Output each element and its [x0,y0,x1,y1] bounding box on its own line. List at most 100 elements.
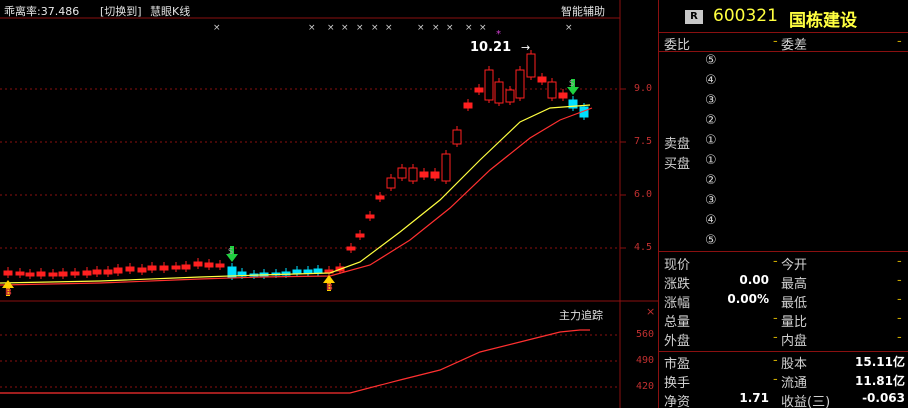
price-tick: 7.5 [634,136,653,147]
kline-chart-svg[interactable]: × × × × × × × × × × × × × * B B S S → [0,0,658,408]
quote-row-mid-value: -0.063 [862,391,905,405]
high-price-label: 10.21 [470,40,512,55]
candle-body [515,69,525,99]
candle-body [313,268,323,274]
sell-level-index: ④ [705,73,717,88]
candle-body [36,271,46,277]
candle-body [452,129,462,145]
quote-row-mid-value: 15.11亿 [855,355,905,369]
quote-row-label: 涨跌 [664,277,691,292]
price-tick: 6.0 [634,189,653,200]
sell-marker-label: S [569,79,574,88]
quote-row-mid-value: - [897,254,902,269]
deviation-rate-label: 乖离率:37.486 [4,5,80,18]
signal-marker: × [465,23,473,33]
candle-body [58,271,68,277]
quote-row: 涨幅 0.00% 最低 - [659,291,908,311]
candle-body [505,89,515,103]
candle-body [386,177,396,189]
close-icon[interactable]: × [646,305,655,318]
candle-body [463,102,473,109]
signal-marker: × [432,23,440,33]
quote-row-mid-value: - [897,292,902,307]
candle-body [346,246,356,251]
price-tick: 4.5 [634,242,653,253]
candle-body [419,171,429,178]
quote-row-mid-label: 内盘 [781,334,808,349]
quote-row-value: - [773,353,778,368]
quote-row-mid-label: 股本 [781,357,808,372]
candle-body [441,153,451,182]
buy-marker-label: B [5,288,12,298]
buy-level-index: ④ [705,213,717,228]
signal-marker: × [565,23,573,33]
candle-body [171,265,181,270]
candle-body [159,265,169,271]
buy-label: 买盘 [664,157,691,172]
sell-level-index: ⑤ [705,53,717,68]
candle-body [193,261,203,267]
quote-row: 外盘 - 内盘 - [659,329,908,349]
sell-level-4: ④ [659,72,908,91]
kline-mode-button[interactable]: 慧眼K线 [150,3,190,19]
quote-row-mid-value: - [897,273,902,288]
sell-level-2: ② [659,112,908,131]
quote-row-label: 外盘 [664,334,691,349]
quote-row-value: 0.00 [739,273,769,287]
candle-body [15,271,25,276]
sell-level-3: ③ [659,92,908,111]
quote-row-value: 1.71 [739,391,769,405]
signal-marker: × [327,23,335,33]
buy-level-index: ③ [705,193,717,208]
committee-row: 委比 - 委差 - [659,33,908,53]
candle-body [558,92,568,99]
candle-body [408,167,418,182]
buy-level-index: ⑤ [705,233,717,248]
signal-marker: × [417,23,425,33]
candle-body [355,233,365,238]
kline-chart-area[interactable]: × × × × × × × × × × × × × * B B S S → 乖离率:37.486 [切换到] 慧眼K… [0,0,658,408]
signal-marker: × [446,23,454,33]
candle-body [181,264,191,270]
smart-assist-button[interactable]: 智能辅助 [561,3,605,19]
candle-body [137,267,147,273]
candle-body [204,262,214,268]
quote-row-mid-value: - [897,311,902,326]
quote-row-mid-value: - [897,330,902,345]
candle-body [3,270,13,276]
sell-label: 卖盘 [664,137,691,152]
quote-header: R 600321 国栋建设 [659,4,908,31]
quote-row-mid-label: 最低 [781,296,808,311]
quote-panel: R 600321 国栋建设 委比 - 委差 - ⑤ ④ ③ ② 卖盘 ① 买盘 … [658,0,908,408]
quote-row-label: 现价 [664,258,691,273]
quote-row-label: 净资 [664,395,691,408]
candle-body [103,269,113,275]
candle-body [303,269,313,274]
quote-row-mid-label: 今开 [781,258,808,273]
signal-marker: × [356,23,364,33]
quote-row-mid-label: 最高 [781,277,808,292]
candle-body [82,270,92,276]
quote-row: 总量 - 量比 - [659,310,908,330]
candle-body [92,269,102,275]
buy-level-4: ④ [659,212,908,231]
quote-row: 现价 - 今开 - [659,253,908,273]
candle-body [474,87,484,93]
quote-row-value: - [773,311,778,326]
buy-marker-label: B [326,283,333,293]
candle-body [125,266,135,272]
sell-level-1: 卖盘 ① [659,132,908,152]
quote-row: 市盈 - 股本 15.11亿 [659,352,908,372]
candle-body [430,171,440,179]
candle-body [147,265,157,271]
star-marker: * [496,29,501,40]
r-badge-icon: R [685,10,703,24]
candle-body [215,263,225,268]
buy-level-3: ③ [659,192,908,211]
switch-button[interactable]: [切换到] [100,3,142,19]
candle-body [365,214,375,219]
candle-body [375,195,385,200]
price-tick: 9.0 [634,83,653,94]
right-arrow-icon: → [521,41,530,54]
sell-marker-label: S [228,247,233,256]
